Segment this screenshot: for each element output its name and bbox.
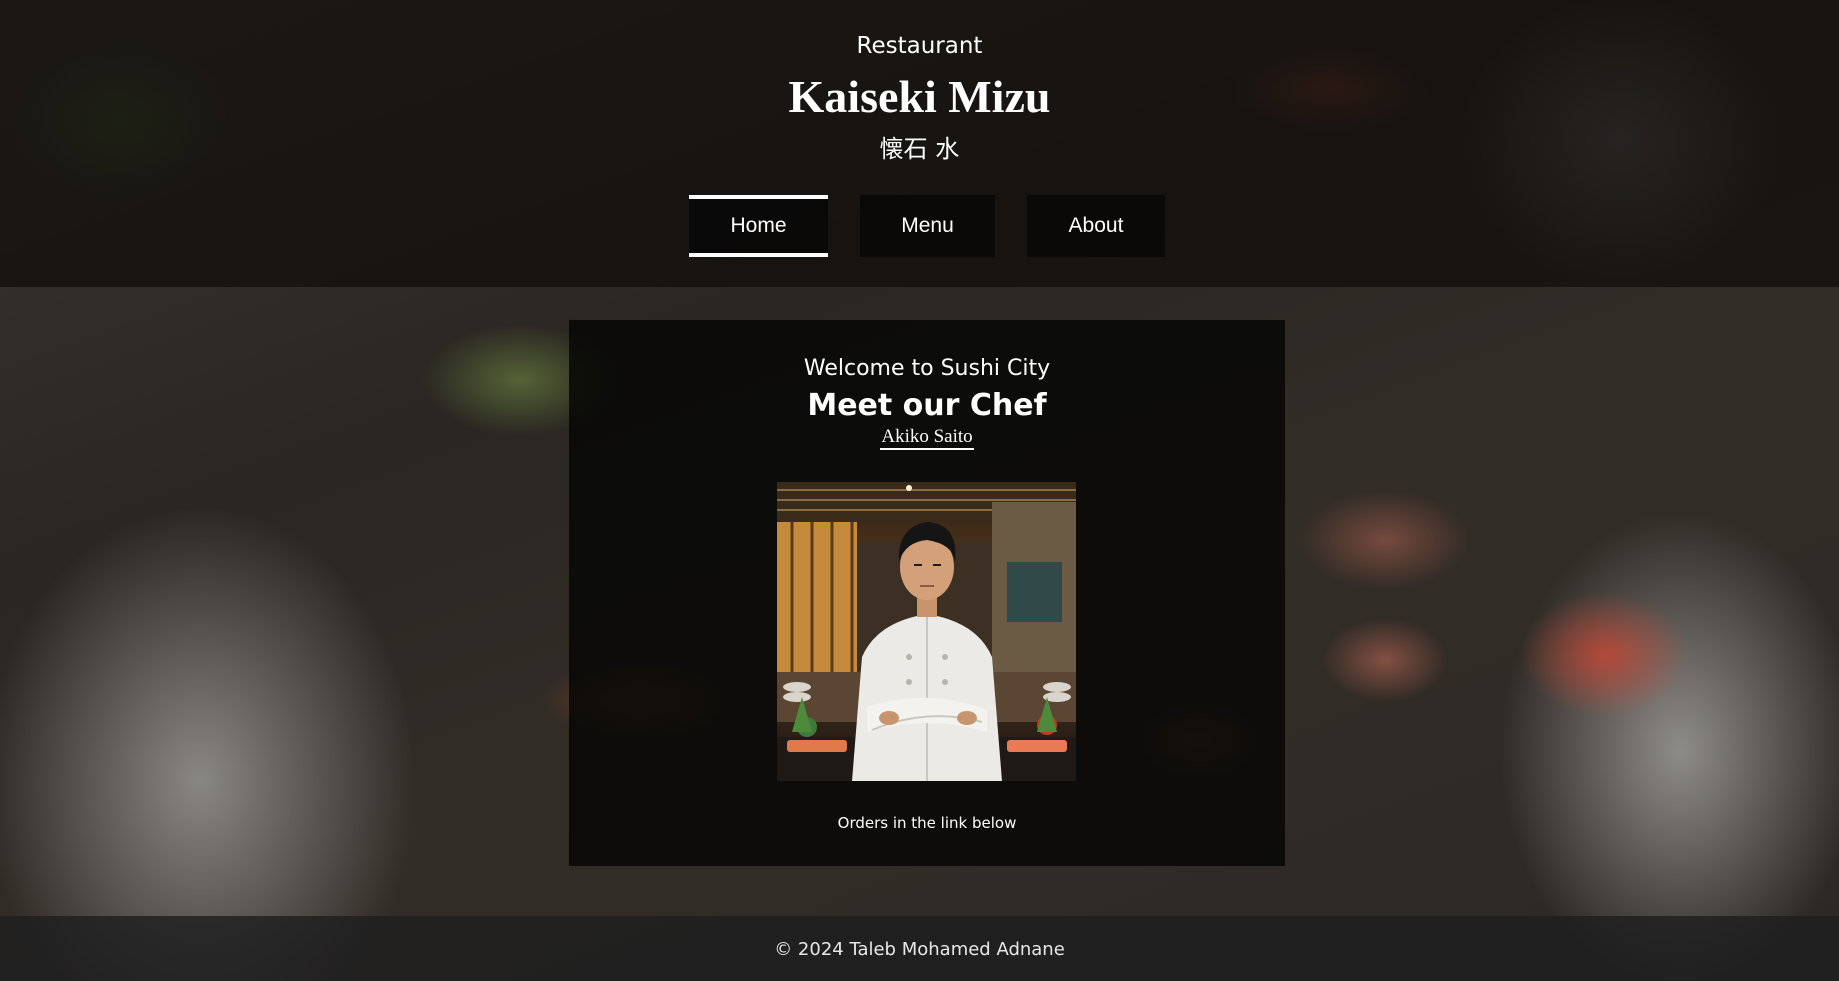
site-subtitle-japanese: 懐石 水 (879, 135, 960, 163)
copyright-text: © 2024 Taleb Mohamed Adnane (774, 939, 1065, 960)
chef-section-heading: Meet our Chef (807, 388, 1047, 423)
header-kicker: Restaurant (856, 33, 983, 59)
nav-menu-button[interactable]: Menu (860, 195, 995, 257)
main-nav: Home Menu About (0, 195, 1839, 257)
chef-name-link[interactable]: Akiko Saito (569, 424, 1285, 450)
site-header: Restaurant Kaiseki Mizu 懐石 水 Home Menu A… (0, 0, 1839, 287)
nav-home-button[interactable]: Home (689, 195, 828, 257)
welcome-text: Welcome to Sushi City (803, 356, 1051, 381)
nav-about-button[interactable]: About (1027, 195, 1165, 257)
chef-name-text[interactable]: Akiko Saito (880, 426, 974, 450)
site-title: Kaiseki Mizu (788, 71, 1051, 122)
chef-portrait-illustration (777, 482, 1076, 781)
orders-note: Orders in the link below (837, 814, 1017, 832)
chef-card: Welcome to Sushi City Meet our Chef Akik… (569, 320, 1285, 866)
chef-portrait-image (777, 482, 1076, 781)
site-footer: © 2024 Taleb Mohamed Adnane (0, 916, 1839, 981)
